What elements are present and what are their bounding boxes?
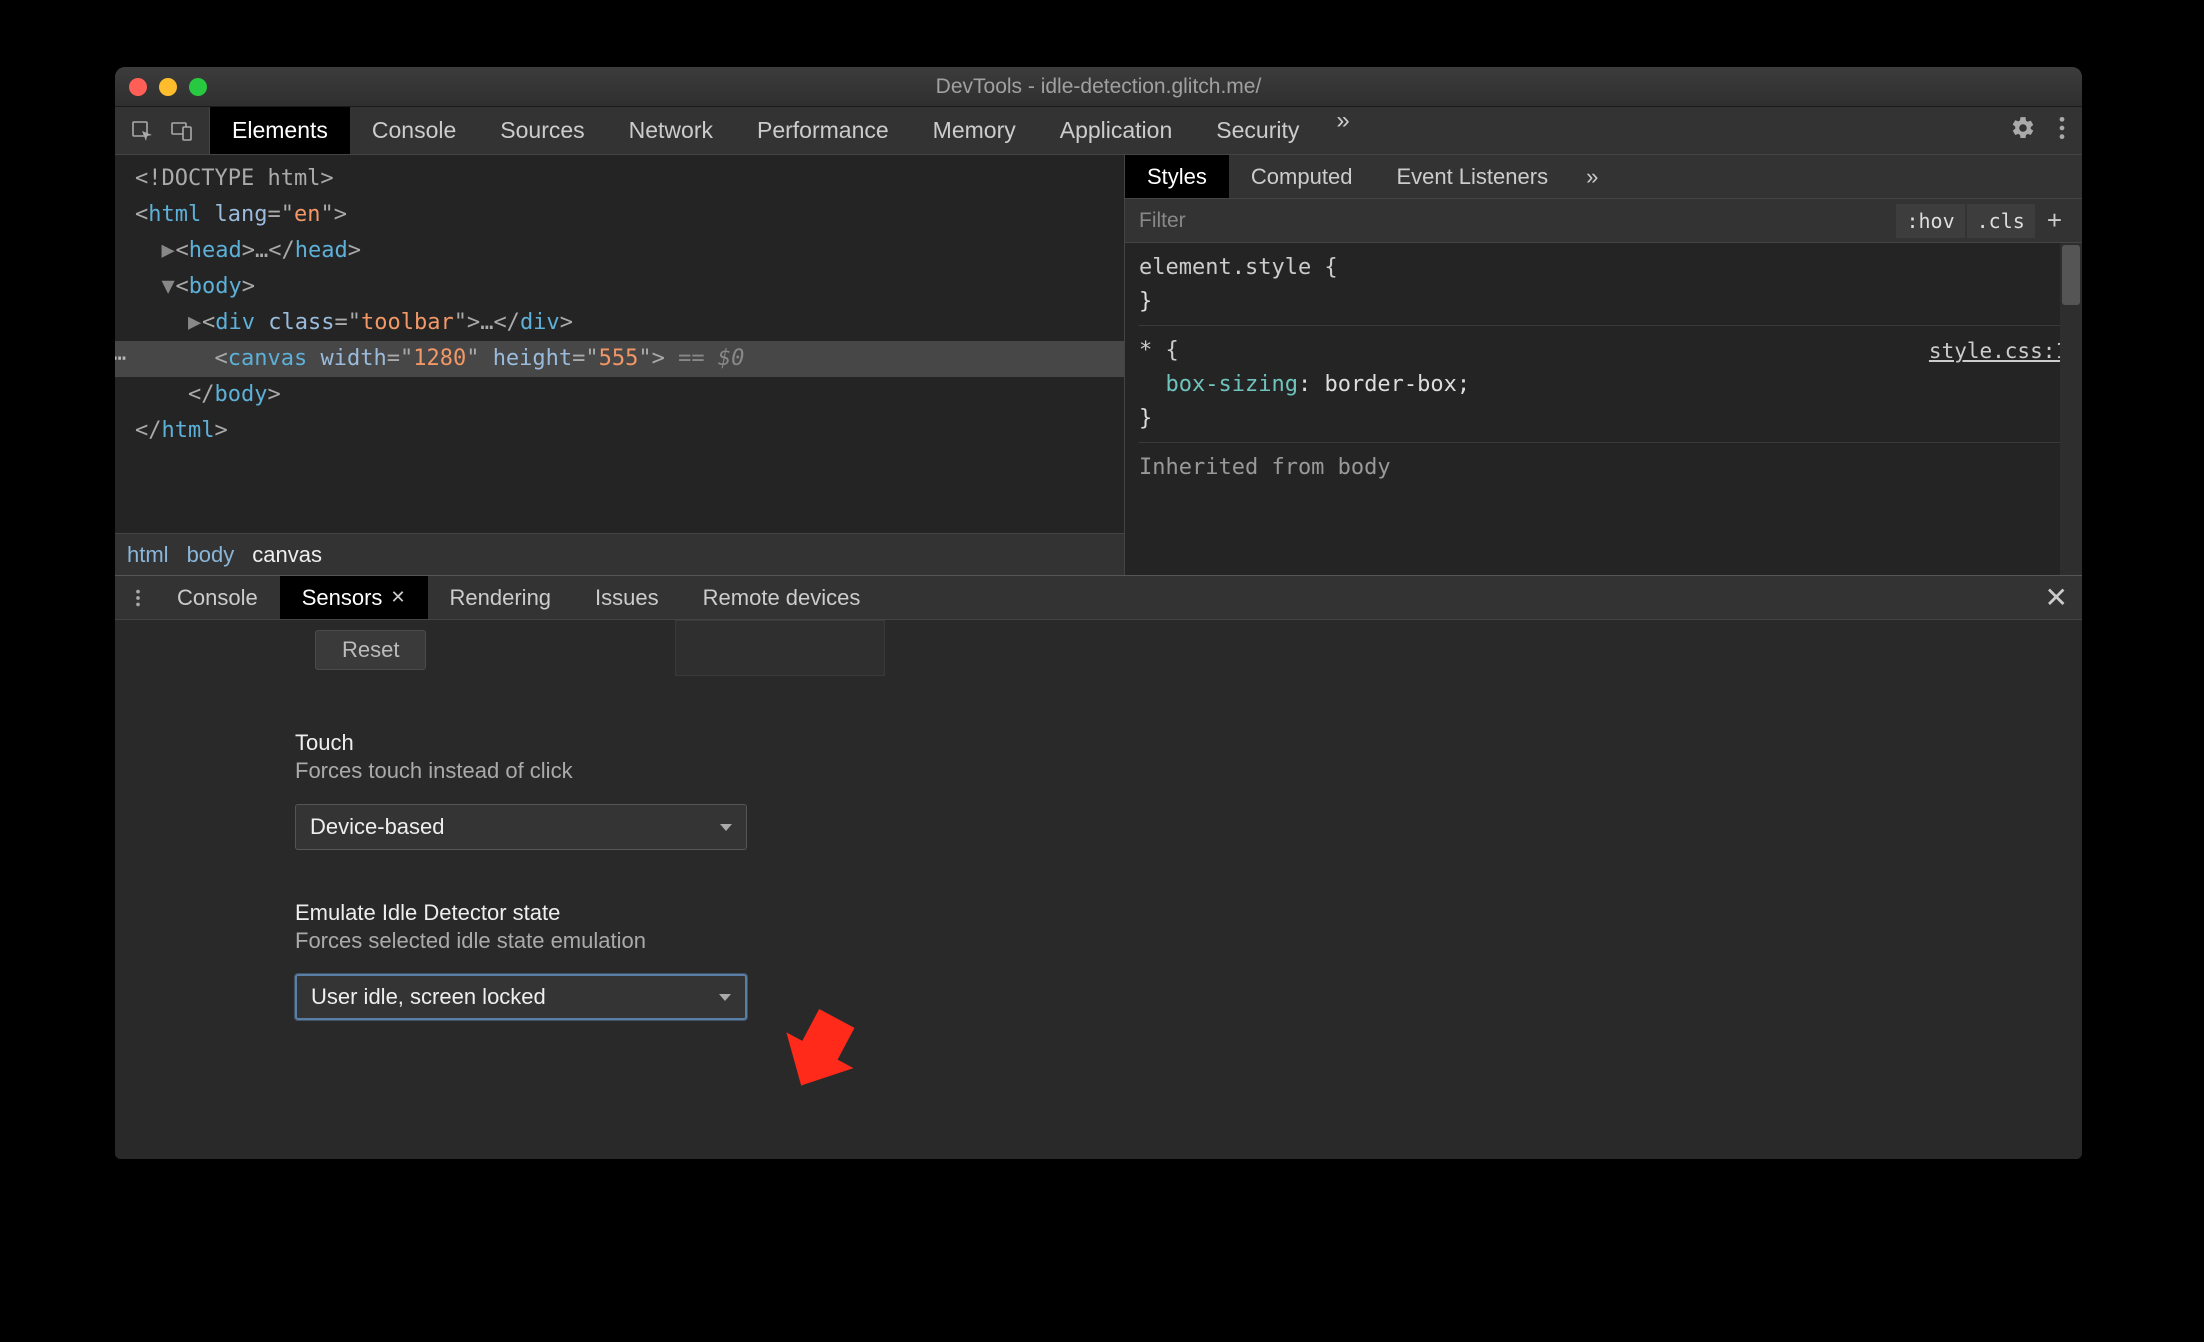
css-property-value[interactable]: border-box bbox=[1324, 372, 1456, 397]
titlebar: DevTools - idle-detection.glitch.me/ bbox=[115, 67, 2082, 107]
inspect-element-icon[interactable] bbox=[125, 114, 159, 148]
touch-title: Touch bbox=[295, 730, 2022, 756]
styles-filter-input[interactable] bbox=[1125, 209, 1896, 233]
new-style-rule-icon[interactable]: + bbox=[2037, 205, 2072, 236]
settings-gear-icon[interactable] bbox=[2010, 115, 2036, 147]
dom-doctype: <!DOCTYPE html> bbox=[135, 166, 334, 191]
idle-state-select[interactable]: User idle, screen locked bbox=[295, 974, 747, 1020]
sidebar-tabs-overflow-icon[interactable]: » bbox=[1570, 155, 1614, 198]
traffic-lights bbox=[129, 78, 207, 96]
device-toggle-icon[interactable] bbox=[165, 114, 199, 148]
window-minimize-button[interactable] bbox=[159, 78, 177, 96]
kebab-menu-icon[interactable] bbox=[2052, 115, 2072, 147]
drawer-tab-remote-devices[interactable]: Remote devices bbox=[681, 576, 883, 619]
panel-tabs: Elements Console Sources Network Perform… bbox=[210, 107, 2000, 154]
sidebar-tabs: Styles Computed Event Listeners » bbox=[1125, 155, 2082, 199]
tab-event-listeners[interactable]: Event Listeners bbox=[1374, 155, 1570, 198]
cls-toggle[interactable]: .cls bbox=[1967, 204, 2035, 238]
idle-section: Emulate Idle Detector state Forces selec… bbox=[295, 900, 2022, 1020]
selected-marker: == $0 bbox=[665, 346, 744, 371]
canvas-height-value: 555 bbox=[599, 346, 639, 371]
chevron-down-icon bbox=[720, 824, 732, 831]
window-close-button[interactable] bbox=[129, 78, 147, 96]
idle-select-value: User idle, screen locked bbox=[311, 984, 546, 1010]
devtools-window: DevTools - idle-detection.glitch.me/ Ele… bbox=[115, 67, 2082, 1159]
canvas-width-value: 1280 bbox=[413, 346, 466, 371]
drawer-more-icon[interactable] bbox=[121, 576, 155, 619]
drawer-close-icon[interactable]: ✕ bbox=[2045, 576, 2068, 619]
tab-security[interactable]: Security bbox=[1194, 107, 1321, 154]
tab-performance[interactable]: Performance bbox=[735, 107, 911, 154]
sensors-panel: Reset Touch Forces touch instead of clic… bbox=[115, 620, 2082, 1159]
tab-network[interactable]: Network bbox=[607, 107, 735, 154]
tab-sources[interactable]: Sources bbox=[478, 107, 606, 154]
crumb-canvas[interactable]: canvas bbox=[252, 542, 322, 568]
touch-select-value: Device-based bbox=[310, 814, 445, 840]
tab-application[interactable]: Application bbox=[1038, 107, 1195, 154]
styles-filter-bar: :hov .cls + bbox=[1125, 199, 2082, 243]
close-icon[interactable]: ✕ bbox=[390, 587, 405, 608]
drawer-tabs: Console Sensors✕ Rendering Issues Remote… bbox=[115, 576, 2082, 620]
idle-subtitle: Forces selected idle state emulation bbox=[295, 928, 2022, 954]
chevron-down-icon bbox=[719, 994, 731, 1001]
tab-console[interactable]: Console bbox=[350, 107, 478, 154]
styles-rules[interactable]: element.style { } style.css:1 * { box-si… bbox=[1125, 243, 2082, 575]
tabs-overflow-icon[interactable]: » bbox=[1321, 107, 1364, 154]
dom-tree[interactable]: <!DOCTYPE html> <html lang="en"> ▶<head>… bbox=[115, 155, 1124, 533]
window-title: DevTools - idle-detection.glitch.me/ bbox=[115, 75, 2082, 99]
tab-styles[interactable]: Styles bbox=[1125, 155, 1229, 198]
inherited-label: Inherited from body bbox=[1139, 451, 2068, 485]
drawer-tab-issues[interactable]: Issues bbox=[573, 576, 681, 619]
touch-subtitle: Forces touch instead of click bbox=[295, 758, 2022, 784]
css-property-name[interactable]: box-sizing bbox=[1166, 372, 1298, 397]
rule-selector: element.style { bbox=[1139, 251, 2068, 285]
reset-button[interactable]: Reset bbox=[315, 630, 426, 670]
crumb-html[interactable]: html bbox=[127, 542, 169, 568]
disabled-field bbox=[675, 620, 885, 676]
rule-source-link[interactable]: style.css:1 bbox=[1929, 334, 2068, 368]
dom-selected-row[interactable]: ⋯ <canvas width="1280" height="555"> == … bbox=[115, 341, 1124, 377]
tab-memory[interactable]: Memory bbox=[911, 107, 1038, 154]
drawer-tab-sensors[interactable]: Sensors✕ bbox=[280, 576, 428, 619]
touch-select[interactable]: Device-based bbox=[295, 804, 747, 850]
crumb-body[interactable]: body bbox=[187, 542, 235, 568]
tab-computed[interactable]: Computed bbox=[1229, 155, 1375, 198]
styles-scrollbar[interactable] bbox=[2060, 243, 2082, 575]
drawer-tab-console[interactable]: Console bbox=[155, 576, 280, 619]
drawer: Console Sensors✕ Rendering Issues Remote… bbox=[115, 575, 2082, 1159]
idle-title: Emulate Idle Detector state bbox=[295, 900, 2022, 926]
hov-toggle[interactable]: :hov bbox=[1896, 204, 1964, 238]
drawer-tab-rendering[interactable]: Rendering bbox=[428, 576, 574, 619]
tab-elements[interactable]: Elements bbox=[210, 107, 350, 154]
window-zoom-button[interactable] bbox=[189, 78, 207, 96]
main-toolbar: Elements Console Sources Network Perform… bbox=[115, 107, 2082, 155]
touch-section: Touch Forces touch instead of click Devi… bbox=[295, 730, 2022, 850]
breadcrumbs: html body canvas bbox=[115, 533, 1124, 575]
